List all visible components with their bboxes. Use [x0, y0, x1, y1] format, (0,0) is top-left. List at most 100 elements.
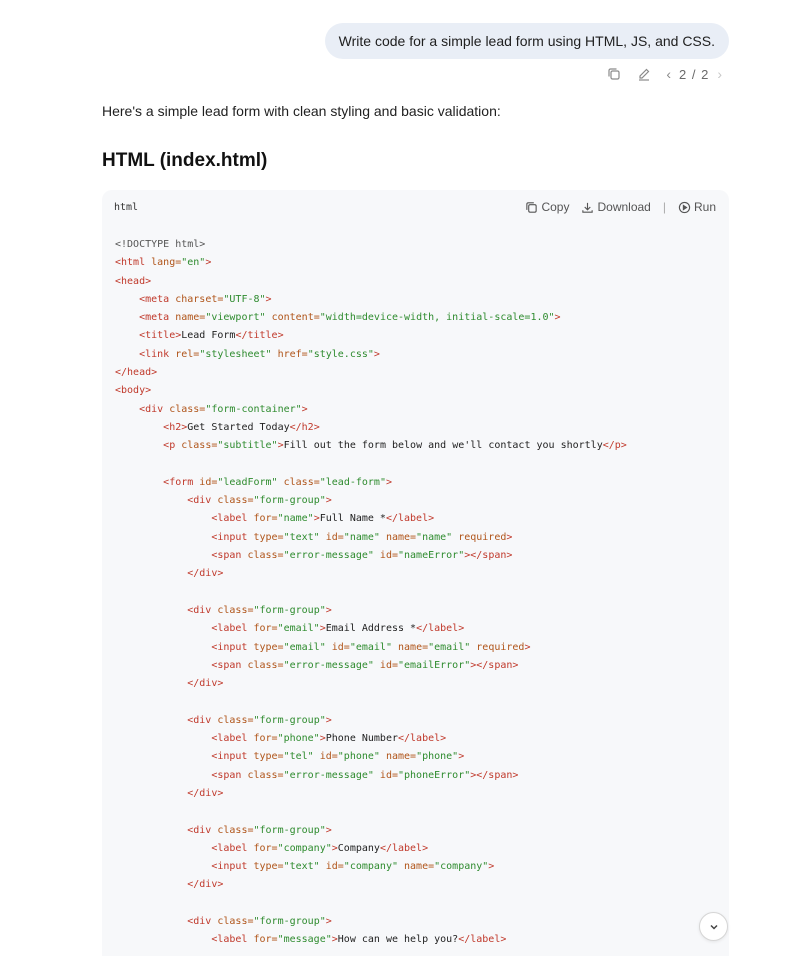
code-token: rel= [169, 348, 200, 360]
code-line: <body> [115, 382, 729, 400]
code-token: id= [373, 550, 398, 562]
code-line: <!DOCTYPE html> [115, 236, 729, 254]
code-token: "style.css" [307, 348, 374, 360]
code-token: class= [211, 495, 254, 507]
run-code-button[interactable]: Run [678, 200, 716, 214]
chevron-down-icon [709, 924, 718, 930]
code-line: <div class="form-group"> [115, 913, 729, 931]
code-token: <div [139, 403, 164, 415]
code-token: name= [379, 751, 417, 763]
code-token: <meta [139, 293, 170, 305]
copy-icon[interactable] [606, 66, 622, 82]
code-token: name= [379, 531, 417, 543]
code-token: <label [211, 513, 248, 525]
copy-icon [526, 201, 538, 213]
pencil-icon[interactable] [636, 66, 652, 82]
code-token: "UTF-8" [223, 293, 266, 305]
code-token: id= [325, 641, 350, 653]
code-token: name= [169, 312, 206, 324]
code-token: class= [211, 714, 254, 726]
code-token: Email Address * [325, 623, 417, 635]
code-token: Full Name * [319, 513, 386, 525]
code-token: "email" [428, 641, 471, 653]
code-token: name= [397, 861, 435, 873]
code-token: "form-group" [253, 495, 326, 507]
code-token: > [488, 861, 495, 873]
download-code-button[interactable]: Download [581, 200, 651, 214]
code-line: <div class="form-group"> [115, 712, 729, 730]
code-token: > [506, 531, 513, 543]
code-token: class= [241, 550, 284, 562]
code-token: </label> [385, 513, 435, 525]
code-line: <div class="form-container"> [115, 401, 729, 419]
code-token: "error-message" [283, 659, 374, 671]
code-token: class= [241, 659, 284, 671]
code-token: <p [163, 440, 176, 452]
code-token: "form-container" [205, 403, 302, 415]
code-line: <label for="name">Full Name *</label> [115, 510, 729, 528]
user-message-bubble: Write code for a simple lead form using … [324, 23, 729, 59]
copy-code-button[interactable]: Copy [525, 200, 569, 214]
code-token: </p> [602, 440, 627, 452]
response-pager: ‹ 2 / 2 › [666, 66, 722, 82]
code-token: <meta [139, 312, 170, 324]
code-content: <!DOCTYPE html> <html lang="en"> <head> <m… [102, 236, 729, 950]
code-line: <input type="text" id="company" name="co… [115, 858, 729, 876]
code-token: "phone" [416, 751, 459, 763]
code-token: class= [163, 403, 206, 415]
code-token: "name" [343, 531, 380, 543]
code-token: <div [187, 604, 212, 616]
code-token: "lead-form" [319, 476, 386, 488]
code-line: <input type="tel" id="phone" name="phone… [115, 748, 729, 766]
code-token: class= [211, 915, 254, 927]
code-token: Fill out the form below and we'll contac… [283, 440, 603, 452]
code-line: <form id="leadForm" class="lead-form"> [115, 474, 729, 492]
code-token: </label> [379, 842, 429, 854]
code-token: </div> [187, 879, 224, 891]
code-line: <div class="form-group"> [115, 822, 729, 840]
code-token: </label> [458, 934, 507, 946]
code-token: "error-message" [283, 769, 374, 781]
code-line: <html lang="en"> [115, 254, 729, 272]
scroll-to-bottom-button[interactable] [699, 912, 728, 941]
code-token: Lead Form [181, 330, 236, 342]
code-token: class= [277, 476, 320, 488]
code-token: > [458, 751, 465, 763]
code-token: <label [211, 842, 248, 854]
code-token: id= [373, 659, 398, 671]
next-response-button[interactable]: › [717, 66, 722, 82]
code-token: "error-message" [283, 550, 374, 562]
code-line: <head> [115, 273, 729, 291]
code-token: <input [211, 641, 248, 653]
code-token: <div [187, 714, 212, 726]
code-line: </div> [115, 785, 729, 803]
code-line: <meta charset="UTF-8"> [115, 291, 729, 309]
prev-response-button[interactable]: ‹ [666, 66, 671, 82]
code-line: <span class="error-message" id="phoneErr… [115, 767, 729, 785]
code-token: <input [211, 861, 248, 873]
code-token: "text" [283, 861, 320, 873]
code-token: "form-group" [253, 604, 326, 616]
code-line: <label for="message">How can we help you… [115, 931, 729, 949]
code-line: </head> [115, 364, 729, 382]
code-token: id= [319, 861, 344, 873]
download-icon [582, 202, 594, 213]
code-token: > [325, 824, 332, 836]
code-token: for= [247, 733, 278, 745]
code-token: > [325, 915, 332, 927]
code-token: </div> [187, 678, 224, 690]
code-token: <span [211, 550, 242, 562]
